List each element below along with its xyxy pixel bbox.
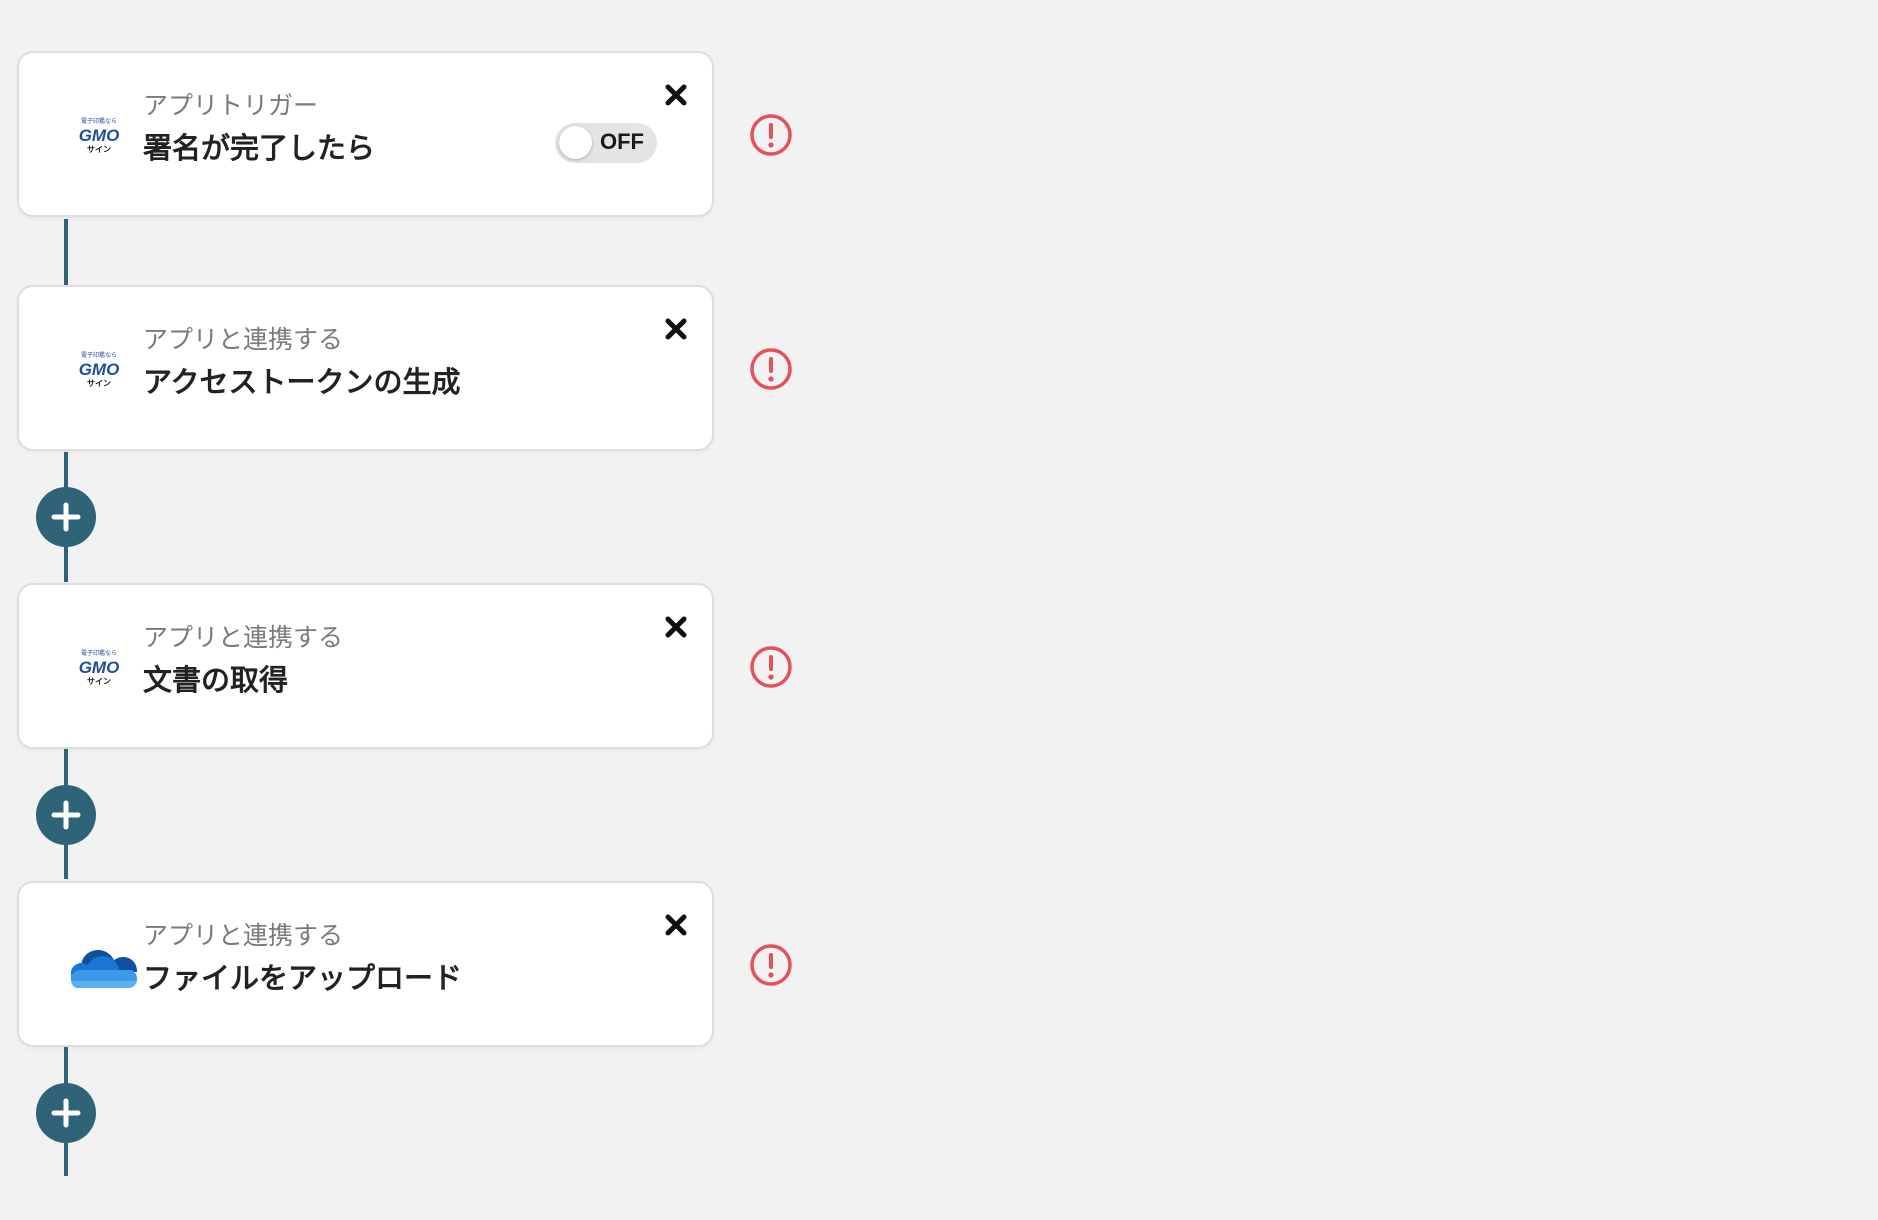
toggle-state-label: OFF [600,129,644,154]
warning-icon[interactable] [749,943,793,987]
step-type-label: アプリと連携する [143,325,344,354]
warning-icon[interactable] [749,347,793,391]
step-title: 署名が完了したら [143,131,376,165]
add-step-button[interactable] [36,785,96,845]
add-step-button[interactable] [36,487,96,547]
warning-icon[interactable] [749,113,793,157]
trigger-toggle[interactable]: OFF [555,123,657,163]
step-title: アクセストークンの生成 [143,365,461,399]
toggle-knob [559,126,592,159]
step-title: 文書の取得 [143,663,289,697]
svg-text:電子印鑑なら: 電子印鑑なら [81,351,117,359]
svg-text:GMO: GMO [79,658,120,677]
step-type-label: アプリと連携する [143,921,344,950]
step-card-action[interactable]: 電子印鑑なら GMO サイン アプリと連携する アクセストークンの生成 [17,285,714,451]
plus-icon [51,800,81,830]
svg-text:GMO: GMO [79,360,120,379]
gmo-sign-logo: 電子印鑑なら GMO サイン [51,93,147,173]
plus-icon [51,1098,81,1128]
svg-text:電子印鑑なら: 電子印鑑なら [81,649,117,657]
step-card-action[interactable]: 電子印鑑なら GMO サイン アプリと連携する 文書の取得 [17,583,714,749]
close-icon[interactable] [660,909,692,941]
svg-text:サイン: サイン [87,677,111,686]
svg-text:電子印鑑なら: 電子印鑑なら [81,117,117,125]
gmo-sign-logo: 電子印鑑なら GMO サイン [51,327,147,407]
plus-icon [51,502,81,532]
svg-text:サイン: サイン [87,145,111,154]
step-card-trigger[interactable]: 電子印鑑なら GMO サイン アプリトリガー 署名が完了したら OFF [17,51,714,217]
close-icon[interactable] [660,79,692,111]
svg-text:サイン: サイン [87,379,111,388]
warning-icon[interactable] [749,645,793,689]
step-card-action[interactable]: アプリと連携する ファイルをアップロード [17,881,714,1047]
connector-line [64,219,68,285]
step-title: ファイルをアップロード [143,961,463,995]
onedrive-logo [51,923,147,1003]
step-type-label: アプリと連携する [143,623,344,652]
add-step-button[interactable] [36,1083,96,1143]
close-icon[interactable] [660,611,692,643]
step-type-label: アプリトリガー [143,91,319,120]
close-icon[interactable] [660,313,692,345]
gmo-sign-logo: 電子印鑑なら GMO サイン [51,625,147,705]
flow-canvas: 電子印鑑なら GMO サイン アプリトリガー 署名が完了したら OFF 電子印鑑… [0,0,1878,1220]
svg-text:GMO: GMO [79,126,120,145]
